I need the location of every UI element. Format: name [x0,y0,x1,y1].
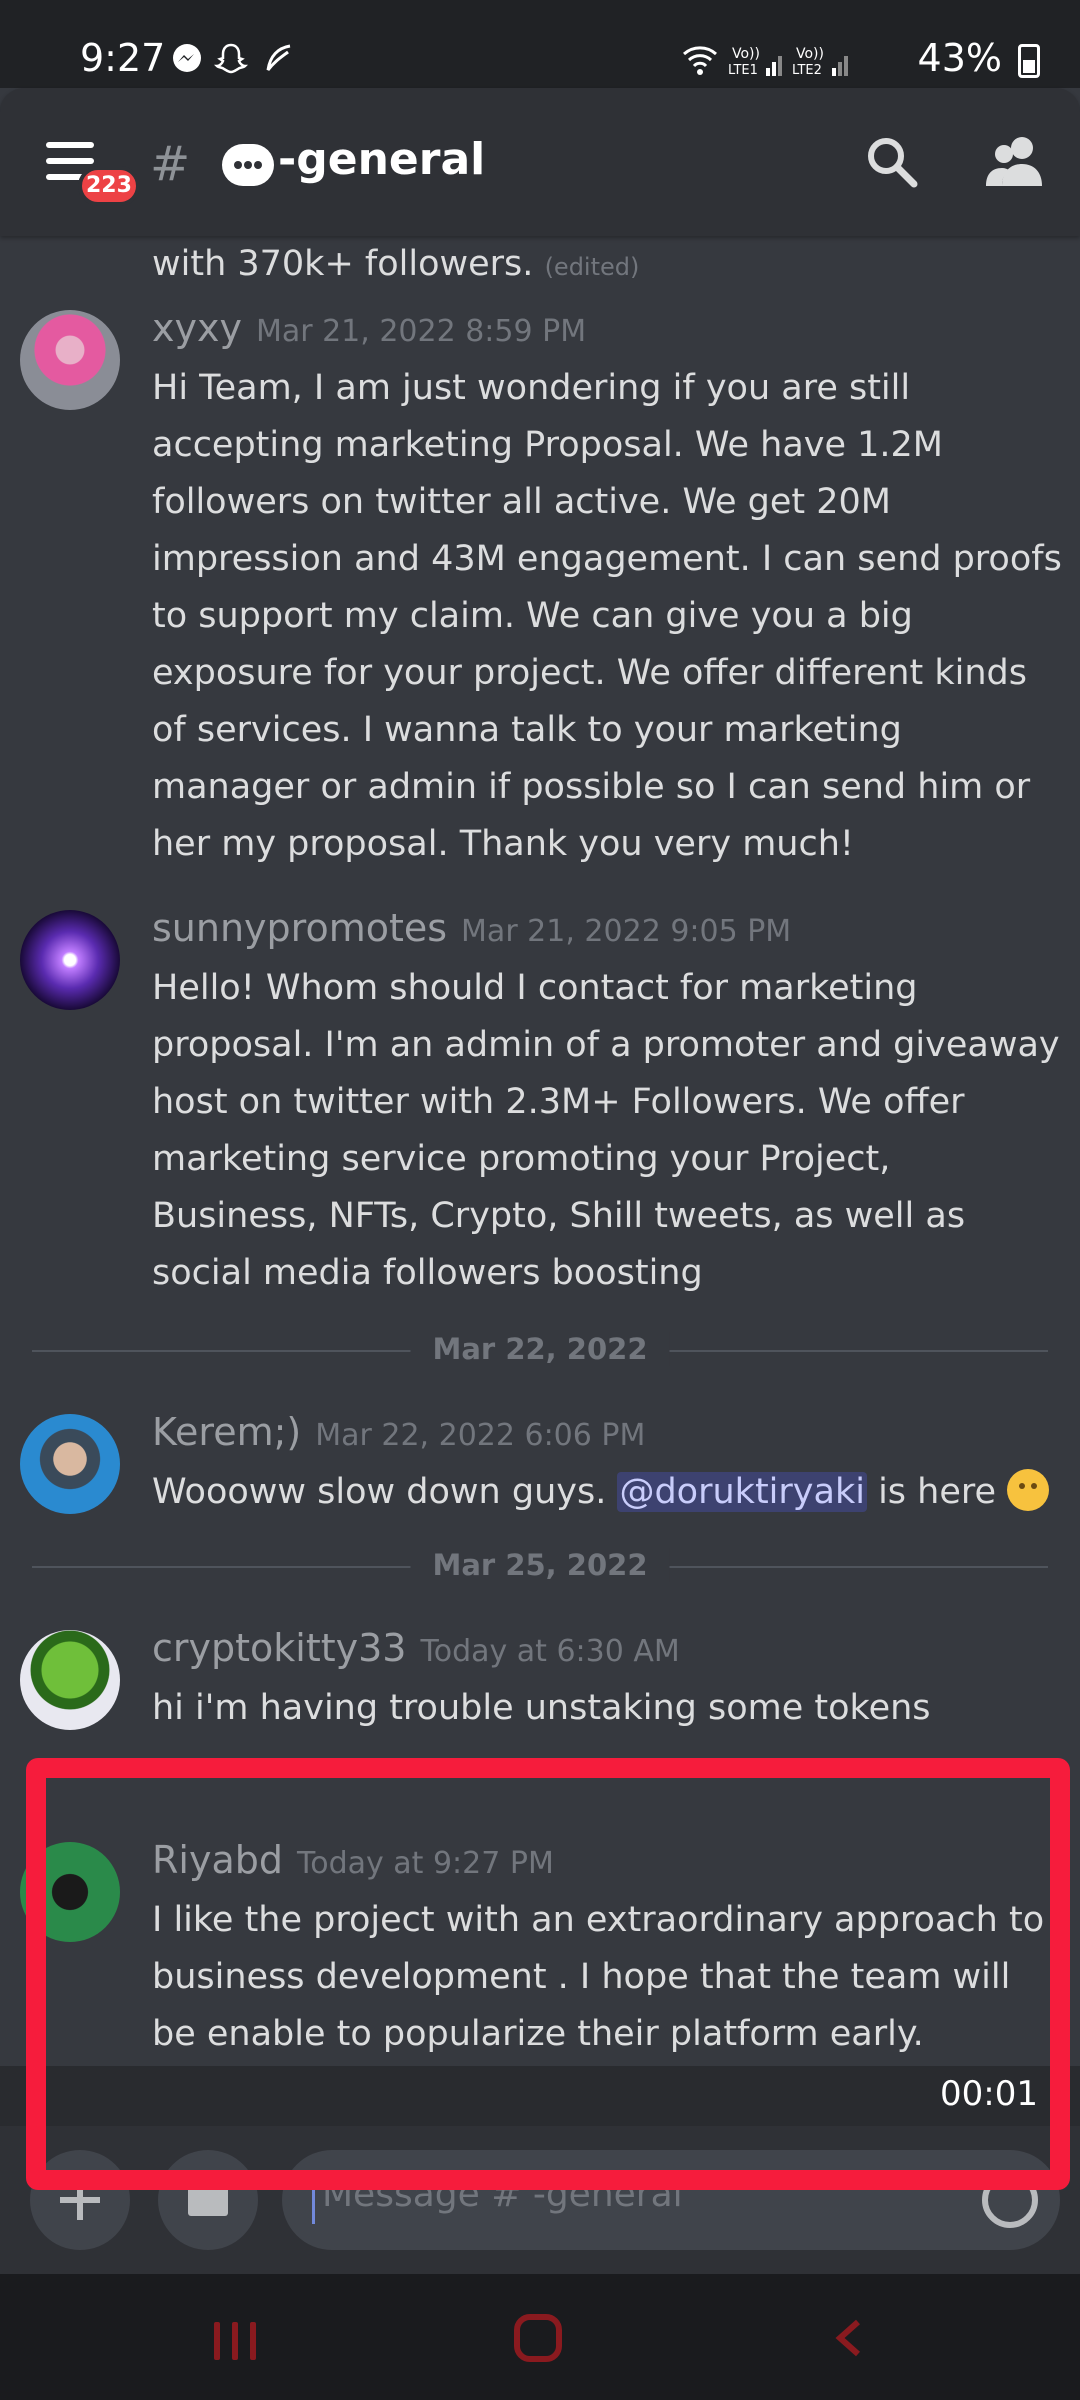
hamburger-icon [46,142,94,148]
channel-header: 223 # -general [0,88,1080,236]
message-text: with 370k+ followers. [152,244,534,284]
message-text: Woooww slow down guys. @doruktiryaki is … [152,1464,1062,1521]
svg-text:Vo)): Vo)) [796,46,824,62]
search-icon[interactable] [862,132,922,192]
timestamp: Mar 22, 2022 6:06 PM [315,1418,646,1453]
svg-text:LTE1: LTE1 [728,63,758,78]
speech-bubble-icon [222,144,274,186]
timestamp: Today at 6:30 AM [420,1634,680,1669]
date-divider: Mar 25, 2022 [32,1548,1048,1582]
highlight-box [26,1758,1070,2190]
svg-text:Vo)): Vo)) [732,46,760,62]
avatar[interactable] [20,1630,120,1730]
message-text: Hi Team, I am just wondering if you are … [152,368,1062,864]
avatar[interactable] [20,1414,120,1514]
battery-percent: 43% [917,36,1002,80]
timestamp: Mar 21, 2022 8:59 PM [255,314,587,349]
user-mention[interactable]: @doruktiryaki [617,1472,867,1512]
message-text: hi i'm having trouble unstaking some tok… [152,1688,931,1728]
username[interactable]: xyxy [152,306,242,350]
username[interactable]: cryptokitty33 [152,1626,406,1670]
signal-icon: Vo)) LTE1 Vo)) LTE2 [683,46,848,78]
battery-icon [1018,44,1040,78]
date-divider: Mar 22, 2022 [32,1332,1048,1366]
status-bar: 9:27 Vo)) LTE1 Vo)) LTE2 43% [0,0,1080,88]
home-button[interactable] [514,2314,562,2362]
feather-icon [266,44,291,71]
back-button[interactable] [830,2318,870,2358]
timestamp: Mar 21, 2022 9:05 PM [461,914,792,949]
unread-badge: 223 [78,166,140,206]
messenger-icon [173,44,201,72]
username[interactable]: Kerem;) [152,1410,301,1454]
avatar[interactable] [20,310,120,410]
navigation-bar [0,2274,1080,2400]
hugging-face-icon [1007,1469,1050,1511]
avatar[interactable] [20,910,120,1010]
snapchat-icon [214,43,248,74]
status-time: 9:27 [80,36,166,80]
hash-icon: # [150,136,191,192]
channel-title[interactable]: -general [278,134,485,185]
members-icon[interactable] [984,130,1046,192]
recent-apps-button[interactable] [214,2322,258,2360]
username[interactable]: sunnypromotes [152,906,447,950]
message-text: Hello! Whom should I contact for marketi… [152,968,1060,1293]
edited-label: (edited) [544,253,640,281]
svg-text:LTE2: LTE2 [792,63,822,78]
